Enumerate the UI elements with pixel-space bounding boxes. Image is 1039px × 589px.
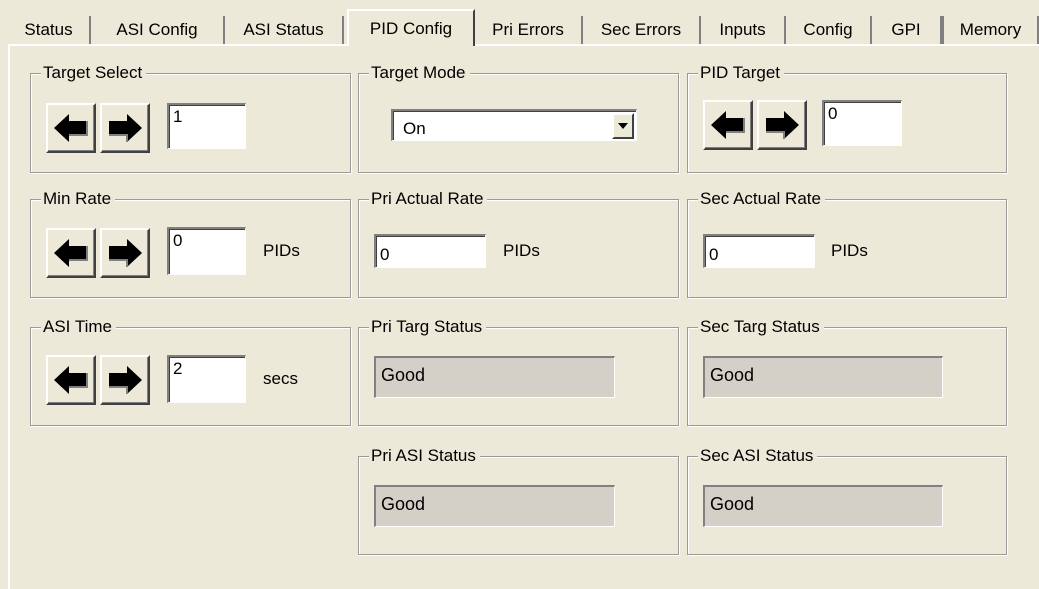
sec-targ-status-value: Good [703,356,943,398]
asi-time-input[interactable]: 2 [167,355,246,403]
min-rate-decrease-button[interactable] [46,228,96,278]
tab-status[interactable]: Status [8,16,91,44]
min-rate-title: Min Rate [41,189,116,209]
sec-asi-status-value: Good [703,485,943,527]
target-mode-dropdown-button[interactable] [612,113,634,139]
pid-target-prev-button[interactable] [703,100,753,150]
asi-time-unit: secs [263,369,298,388]
pri-targ-status-value: Good [374,356,615,398]
sec-actual-rate-input[interactable]: 0 [703,234,815,268]
pri-targ-status-group: Pri Targ Status Good [358,317,679,426]
sec-actual-rate-group: Sec Actual Rate 0 PIDs [687,189,1007,298]
tab-config[interactable]: Config [786,16,872,44]
pri-actual-rate-unit: PIDs [503,241,540,260]
arrow-left-icon [54,239,88,267]
sec-targ-status-group: Sec Targ Status Good [687,317,1007,426]
target-select-prev-button[interactable] [46,103,96,153]
sec-targ-status-title: Sec Targ Status [698,317,824,337]
sec-actual-rate-title: Sec Actual Rate [698,189,825,209]
target-select-input[interactable]: 1 [167,103,246,149]
tab-asi-config[interactable]: ASI Config [91,16,225,44]
target-mode-group: Target Mode On [358,63,679,173]
asi-time-increase-button[interactable] [100,355,150,405]
min-rate-unit: PIDs [263,241,300,260]
tab-gpi[interactable]: GPI [872,16,942,44]
pri-actual-rate-title: Pri Actual Rate [369,189,488,209]
pid-target-group: PID Target 0 [687,63,1007,173]
arrow-right-icon [109,366,142,394]
tab-panel-edge [8,44,1039,46]
tab-asi-status[interactable]: ASI Status [225,16,344,44]
pri-actual-rate-group: Pri Actual Rate 0 PIDs [358,189,679,298]
tab-pid-config[interactable]: PID Config [347,9,475,46]
pri-asi-status-group: Pri ASI Status Good [358,446,679,555]
target-mode-title: Target Mode [369,63,470,83]
asi-time-decrease-button[interactable] [46,355,96,405]
sec-asi-status-title: Sec ASI Status [698,446,818,466]
arrow-left-icon [54,114,88,142]
pid-target-input[interactable]: 0 [822,100,902,146]
tab-memory[interactable]: Memory [942,16,1039,44]
tab-panel-left-edge [8,45,10,589]
min-rate-input[interactable]: 0 [167,227,246,275]
target-select-group: Target Select 1 [30,63,351,173]
arrow-left-icon [711,111,745,139]
asi-time-title: ASI Time [41,317,116,337]
asi-time-group: ASI Time 2 secs [30,317,351,426]
tab-sec-errors[interactable]: Sec Errors [583,16,701,44]
chevron-down-icon [618,123,628,129]
target-mode-select[interactable]: On [391,109,637,141]
min-rate-group: Min Rate 0 PIDs [30,189,351,298]
pri-asi-status-value: Good [374,485,615,527]
pid-target-next-button[interactable] [757,100,807,150]
target-mode-selected: On [403,119,426,138]
pid-target-title: PID Target [698,63,785,83]
tab-inputs[interactable]: Inputs [701,16,786,44]
pri-actual-rate-input[interactable]: 0 [374,234,486,268]
tab-pri-errors[interactable]: Pri Errors [475,16,583,44]
pri-asi-status-title: Pri ASI Status [369,446,480,466]
arrow-right-icon [766,111,799,139]
min-rate-increase-button[interactable] [100,228,150,278]
pri-targ-status-title: Pri Targ Status [369,317,487,337]
sec-asi-status-group: Sec ASI Status Good [687,446,1007,555]
arrow-right-icon [109,239,142,267]
sec-actual-rate-unit: PIDs [831,241,868,260]
arrow-right-icon [109,114,142,142]
arrow-left-icon [54,366,88,394]
target-select-next-button[interactable] [100,103,150,153]
target-select-title: Target Select [41,63,147,83]
tab-strip: Status ASI Config ASI Status PID Config … [8,9,1039,46]
